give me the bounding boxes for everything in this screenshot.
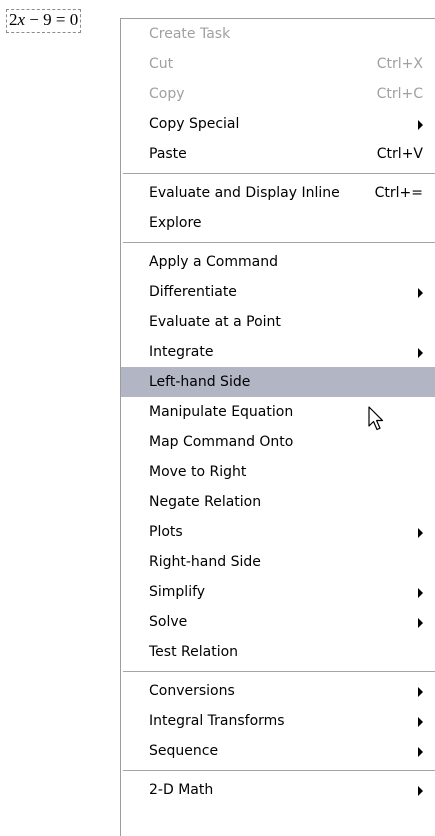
submenu-arrow-icon (418, 717, 423, 727)
menu-item-create-task[interactable]: Create Task (121, 19, 435, 49)
submenu-arrow-icon (418, 687, 423, 697)
menu-item-integrate[interactable]: Integrate (121, 337, 435, 367)
menu-item-label: Copy (149, 86, 185, 102)
submenu-arrow-icon (418, 786, 423, 796)
submenu-arrow-icon (418, 348, 423, 358)
menu-item-label: Right-hand Side (149, 554, 261, 570)
menu-item-label: Create Task (149, 26, 231, 42)
menu-separator (121, 667, 435, 676)
menu-item-label: Left-hand Side (149, 374, 251, 390)
submenu-arrow-icon (418, 618, 423, 628)
document-area: 2x − 9 = 0 Create Task Cut Ctrl+X Copy Ctrl+… (0, 0, 435, 836)
menu-item-evaluate-and-display-inline[interactable]: Evaluate and Display Inline Ctrl+= (121, 178, 435, 208)
menu-item-label: Integral Transforms (149, 713, 285, 729)
menu-item-move-to-right[interactable]: Move to Right (121, 457, 435, 487)
menu-item-label: Cut (149, 56, 174, 72)
menu-item-apply-a-command[interactable]: Apply a Command (121, 247, 435, 277)
menu-item-label: Move to Right (149, 464, 247, 480)
menu-item-label: Negate Relation (149, 494, 262, 510)
menu-item-label: Conversions (149, 683, 235, 699)
menu-item-integral-transforms[interactable]: Integral Transforms (121, 706, 435, 736)
menu-item-explore[interactable]: Explore (121, 208, 435, 238)
menu-item-label: Paste (149, 146, 187, 162)
menu-item-label: Evaluate at a Point (149, 314, 281, 330)
menu-item-shortcut: Ctrl+X (376, 56, 423, 72)
menu-item-shortcut: Ctrl+= (374, 185, 423, 201)
menu-item-label: Sequence (149, 743, 219, 759)
menu-item-label: Manipulate Equation (149, 404, 294, 420)
menu-item-test-relation[interactable]: Test Relation (121, 637, 435, 667)
submenu-arrow-icon (418, 288, 423, 298)
context-menu: Create Task Cut Ctrl+X Copy Ctrl+C Copy Speci… (120, 18, 435, 836)
menu-item-manipulate-equation[interactable]: Manipulate Equation (121, 397, 435, 427)
menu-item-label: Copy Special (149, 116, 240, 132)
menu-item-negate-relation[interactable]: Negate Relation (121, 487, 435, 517)
mouse-pointer-icon (368, 406, 384, 431)
menu-item-evaluate-at-a-point[interactable]: Evaluate at a Point (121, 307, 435, 337)
math-expression[interactable]: 2x − 9 = 0 (6, 9, 82, 33)
menu-item-label: Integrate (149, 344, 214, 360)
menu-item-copy[interactable]: Copy Ctrl+C (121, 79, 435, 109)
menu-item-label: Apply a Command (149, 254, 278, 270)
menu-separator (121, 766, 435, 775)
equation-rest: − 9 = 0 (29, 10, 79, 29)
menu-separator (121, 169, 435, 178)
menu-separator (121, 238, 435, 247)
submenu-arrow-icon (418, 588, 423, 598)
menu-item-sequence[interactable]: Sequence (121, 736, 435, 766)
equation-variable: x (17, 10, 26, 29)
submenu-arrow-icon (418, 747, 423, 757)
menu-item-label: Differentiate (149, 284, 237, 300)
menu-item-plots[interactable]: Plots (121, 517, 435, 547)
menu-item-right-hand-side[interactable]: Right-hand Side (121, 547, 435, 577)
menu-item-label: 2-D Math (149, 782, 214, 798)
menu-item-differentiate[interactable]: Differentiate (121, 277, 435, 307)
menu-item-cut[interactable]: Cut Ctrl+X (121, 49, 435, 79)
menu-item-copy-special[interactable]: Copy Special (121, 109, 435, 139)
menu-item-conversions[interactable]: Conversions (121, 676, 435, 706)
menu-item-label: Explore (149, 215, 202, 231)
menu-item-label: Test Relation (149, 644, 239, 660)
equation-coefficient: 2 (9, 10, 18, 29)
menu-item-shortcut: Ctrl+C (376, 86, 423, 102)
menu-item-left-hand-side[interactable]: Left-hand Side (121, 367, 435, 397)
menu-item-simplify[interactable]: Simplify (121, 577, 435, 607)
submenu-arrow-icon (418, 120, 423, 130)
menu-item-map-command-onto[interactable]: Map Command Onto (121, 427, 435, 457)
menu-item-label: Solve (149, 614, 188, 630)
menu-item-solve[interactable]: Solve (121, 607, 435, 637)
menu-item-label: Simplify (149, 584, 206, 600)
menu-item-paste[interactable]: Paste Ctrl+V (121, 139, 435, 169)
menu-item-label: Plots (149, 524, 183, 540)
menu-item-label: Map Command Onto (149, 434, 294, 450)
menu-item-label: Evaluate and Display Inline (149, 185, 340, 201)
submenu-arrow-icon (418, 528, 423, 538)
menu-item-shortcut: Ctrl+V (376, 146, 423, 162)
menu-item-2-d-math[interactable]: 2-D Math (121, 775, 435, 805)
